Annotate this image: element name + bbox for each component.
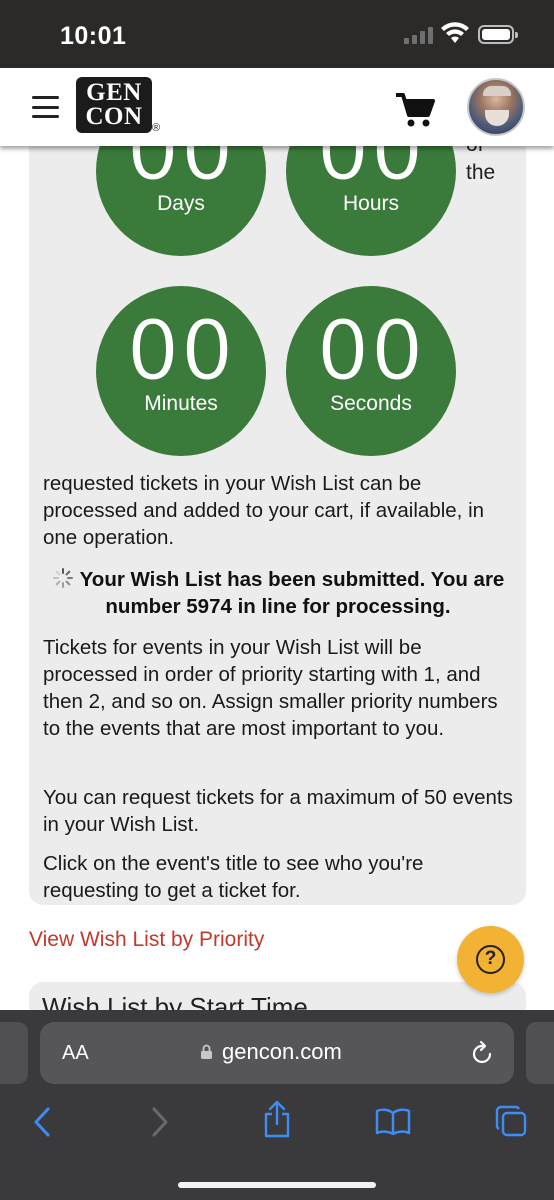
battery-icon xyxy=(478,25,518,44)
previous-tab-edge[interactable] xyxy=(0,1022,28,1084)
home-indicator xyxy=(178,1182,376,1188)
status-bar: 10:01 xyxy=(0,0,554,68)
countdown-minutes: 00 Minutes xyxy=(96,286,266,456)
browser-toolbar: AA gencon.com xyxy=(0,1010,554,1200)
clock: 10:01 xyxy=(60,22,127,50)
main-content: 00 Days 00 Hours of the 00 Minutes 00 Se… xyxy=(0,146,554,1010)
cart-icon[interactable] xyxy=(394,92,436,128)
wishlist-start-time-section: Wish List by Start Time xyxy=(29,982,526,1010)
reader-settings-button[interactable]: AA xyxy=(62,1042,89,1065)
wishlist-intro-text: requested tickets in your Wish List can … xyxy=(43,472,485,549)
side-text-2: the xyxy=(466,161,496,184)
seconds-label: Seconds xyxy=(330,392,412,415)
hours-label: Hours xyxy=(342,192,400,215)
forward-icon[interactable] xyxy=(148,1106,172,1138)
countdown-seconds: 00 Seconds xyxy=(286,286,456,456)
queue-notice: Your Wish List has been submitted. You a… xyxy=(43,566,513,620)
aa-label: AA xyxy=(62,1042,89,1064)
next-tab-edge[interactable] xyxy=(526,1022,554,1084)
share-icon[interactable] xyxy=(262,1100,292,1138)
back-icon[interactable] xyxy=(30,1106,54,1138)
help-button[interactable]: ? xyxy=(457,926,524,993)
site-header: GEN CON ® xyxy=(0,68,554,146)
section-title: Wish List by Start Time xyxy=(42,992,308,1010)
loading-spinner-icon xyxy=(52,567,74,589)
user-avatar[interactable] xyxy=(467,78,525,136)
help-icon: ? xyxy=(476,945,505,974)
registered-mark: ® xyxy=(152,122,161,134)
minutes-label: Minutes xyxy=(144,392,218,415)
url-text: gencon.com xyxy=(222,1039,342,1064)
cellular-signal-icon xyxy=(404,26,433,44)
view-wishlist-by-priority-link[interactable]: View Wish List by Priority xyxy=(29,928,264,952)
wifi-icon xyxy=(441,22,469,43)
address-bar[interactable]: AA gencon.com xyxy=(40,1022,514,1084)
bookmarks-icon[interactable] xyxy=(375,1108,411,1136)
max-events-text: You can request tickets for a maximum of… xyxy=(43,786,513,836)
event-title-hint-text: Click on the event's title to see who yo… xyxy=(43,852,424,902)
gencon-logo[interactable]: GEN CON xyxy=(76,77,152,133)
seconds-value: 00 xyxy=(316,304,426,400)
priority-info-text: Tickets for events in your Wish List wil… xyxy=(43,636,498,740)
reload-icon[interactable] xyxy=(470,1040,494,1066)
logo-line-1: GEN xyxy=(86,79,142,106)
days-label: Days xyxy=(157,192,205,215)
browser-nav-bar xyxy=(0,1098,554,1168)
queue-notice-text: Your Wish List has been submitted. You a… xyxy=(79,568,505,618)
minutes-value: 00 xyxy=(126,304,236,400)
tabs-icon[interactable] xyxy=(494,1104,528,1138)
lock-icon xyxy=(201,1044,212,1059)
logo-line-2: CON xyxy=(85,103,143,130)
menu-icon[interactable] xyxy=(32,96,59,118)
